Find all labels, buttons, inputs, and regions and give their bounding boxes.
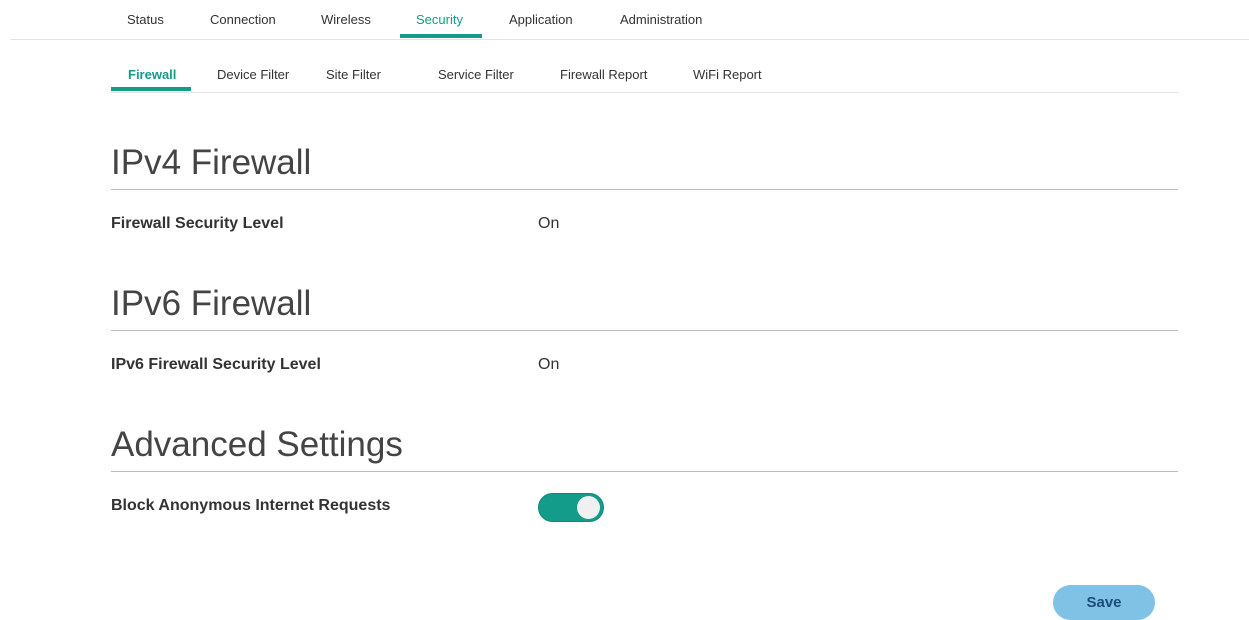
subtab-site-filter[interactable]: Site Filter	[326, 67, 381, 82]
tab-wireless[interactable]: Wireless	[321, 12, 371, 27]
active-tab-indicator	[400, 34, 482, 38]
tab-status[interactable]: Status	[127, 12, 164, 27]
ipv4-firewall-heading: IPv4 Firewall	[111, 143, 312, 182]
active-subtab-indicator	[111, 87, 191, 91]
section-divider	[111, 189, 1178, 190]
ipv6-firewall-security-level-value: On	[538, 356, 560, 373]
tab-connection[interactable]: Connection	[210, 12, 276, 27]
section-divider	[111, 330, 1178, 331]
top-nav: Status Connection Wireless Security Appl…	[10, 0, 1249, 40]
subtab-device-filter[interactable]: Device Filter	[217, 67, 289, 82]
toggle-knob	[577, 496, 600, 519]
save-button[interactable]: Save	[1053, 585, 1155, 620]
tab-administration[interactable]: Administration	[620, 12, 702, 27]
subtab-service-filter[interactable]: Service Filter	[438, 67, 514, 82]
firewall-security-level-label: Firewall Security Level	[111, 215, 284, 232]
subtab-firewall[interactable]: Firewall	[128, 67, 176, 82]
block-anonymous-requests-toggle[interactable]	[538, 493, 604, 522]
firewall-security-level-value: On	[538, 215, 560, 232]
block-anonymous-requests-label: Block Anonymous Internet Requests	[111, 497, 391, 514]
sub-nav: Firewall Device Filter Site Filter Servi…	[111, 62, 1178, 93]
ipv6-firewall-heading: IPv6 Firewall	[111, 284, 312, 323]
ipv6-firewall-security-level-label: IPv6 Firewall Security Level	[111, 356, 321, 373]
tab-application[interactable]: Application	[509, 12, 573, 27]
subtab-wifi-report[interactable]: WiFi Report	[693, 67, 762, 82]
advanced-settings-heading: Advanced Settings	[111, 425, 403, 464]
tab-security[interactable]: Security	[416, 12, 463, 27]
subtab-firewall-report[interactable]: Firewall Report	[560, 67, 647, 82]
section-divider	[111, 471, 1178, 472]
